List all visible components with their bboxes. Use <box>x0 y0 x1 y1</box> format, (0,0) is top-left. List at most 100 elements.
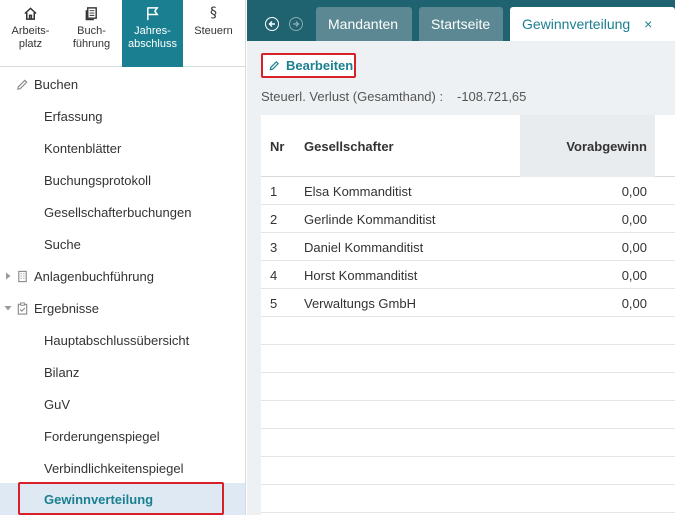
nav-buchfuehrung-label: Buch- führung <box>72 25 111 50</box>
cell-nr: 4 <box>270 267 278 283</box>
tree-item-label: Gewinnverteilung <box>44 491 154 507</box>
tab-label: Mandanten <box>328 16 399 32</box>
column-header-vorabgewinn[interactable]: Vorabgewinn <box>520 115 655 177</box>
tree-item-label: Kontenblätter <box>44 140 122 156</box>
cell-vorabgewinn: 0,00 <box>621 183 647 199</box>
arrow-left-icon <box>268 21 275 27</box>
empty-row <box>261 485 675 513</box>
tab-label: Startseite <box>431 16 491 32</box>
back-button[interactable] <box>265 17 279 31</box>
tab-bar: Mandanten Startseite Gewinnverteilung × <box>247 0 675 41</box>
clipboard-check-icon <box>17 301 28 315</box>
tab-mandanten[interactable]: Mandanten <box>316 7 412 41</box>
edit-button[interactable]: Bearbeiten <box>261 53 356 78</box>
tree-item-kontenblaetter[interactable]: Kontenblätter <box>0 132 245 164</box>
documents-icon <box>85 7 97 21</box>
building-icon <box>18 270 27 282</box>
tree-item-label: GuV <box>44 396 71 412</box>
tab-gewinnverteilung[interactable]: Gewinnverteilung × <box>510 7 675 41</box>
table-row[interactable]: 3 Daniel Kommanditist 0,00 <box>261 233 675 261</box>
cell-gesellschafter: Horst Kommanditist <box>304 267 418 283</box>
tree-item-label: Forderungenspiegel <box>44 428 160 444</box>
cell-gesellschafter: Verwaltungs GmbH <box>304 295 416 311</box>
nav-buchfuehrung[interactable]: Buch- führung <box>61 0 122 67</box>
cell-nr: 1 <box>270 183 278 199</box>
empty-row <box>261 317 675 345</box>
forward-button[interactable] <box>289 17 303 31</box>
table-header: Nr Gesellschafter Vorabgewinn <box>261 115 675 177</box>
cell-nr: 2 <box>270 211 278 227</box>
empty-row <box>261 401 675 429</box>
nav-steuern[interactable]: § Steuern <box>183 0 244 67</box>
cell-gesellschafter: Daniel Kommanditist <box>304 239 424 255</box>
edit-button-label: Bearbeiten <box>286 58 354 73</box>
tree-item-label: Buchen <box>34 76 79 92</box>
tree-item-label: Bilanz <box>44 364 80 380</box>
home-icon <box>24 7 37 20</box>
cell-vorabgewinn: 0,00 <box>621 239 647 255</box>
tree-item-bilanz[interactable]: Bilanz <box>0 356 245 388</box>
table-row[interactable]: 2 Gerlinde Kommanditist 0,00 <box>261 205 675 233</box>
tree-item-verbindlichkeitenspiegel[interactable]: Verbindlichkeitenspiegel <box>0 452 245 484</box>
cell-vorabgewinn: 0,00 <box>621 295 647 311</box>
tab-label: Gewinnverteilung <box>522 16 631 32</box>
close-icon[interactable]: × <box>644 16 652 32</box>
verlust-info: Steuerl. Verlust (Gesamthand) : -108.721… <box>261 89 526 104</box>
tree-item-hauptabschlussuebersicht[interactable]: Hauptabschlussübersicht <box>0 324 245 356</box>
content-area: Bearbeiten Steuerl. Verlust (Gesamthand)… <box>247 41 675 515</box>
caret-down-icon[interactable] <box>4 304 12 312</box>
tree-item-label: Ergebnisse <box>34 300 100 316</box>
table-row[interactable]: 5 Verwaltungs GmbH 0,00 <box>261 289 675 317</box>
column-header-gesellschafter[interactable]: Gesellschafter <box>304 115 394 177</box>
main-panel: Mandanten Startseite Gewinnverteilung × … <box>247 0 675 515</box>
tree-item-forderungenspiegel[interactable]: Forderungenspiegel <box>0 420 245 452</box>
pencil-icon <box>269 60 280 71</box>
table-row[interactable]: 4 Horst Kommanditist 0,00 <box>261 261 675 289</box>
tree-item-suche[interactable]: Suche <box>0 228 245 260</box>
tree-item-erfassung[interactable]: Erfassung <box>0 100 245 132</box>
empty-row <box>261 373 675 401</box>
cell-vorabgewinn: 0,00 <box>621 267 647 283</box>
empty-row <box>261 457 675 485</box>
tab-startseite[interactable]: Startseite <box>419 7 503 41</box>
tree-item-gewinnverteilung[interactable]: Gewinnverteilung <box>0 483 245 515</box>
cell-nr: 5 <box>270 295 278 311</box>
tree-item-gesellschafterbuchungen[interactable]: Gesellschafterbuchungen <box>0 196 245 228</box>
verlust-value: -108.721,65 <box>457 89 527 104</box>
caret-right-icon[interactable] <box>4 272 12 280</box>
paragraph-icon: § <box>210 5 217 21</box>
app-window: Arbeits- platz Buch- führung Jahres- abs… <box>0 0 675 515</box>
cell-gesellschafter: Elsa Kommanditist <box>304 183 412 199</box>
tree-item-ergebnisse[interactable]: Ergebnisse <box>0 292 245 324</box>
cell-gesellschafter: Gerlinde Kommanditist <box>304 211 436 227</box>
gewinnverteilung-table: Nr Gesellschafter Vorabgewinn 1 Elsa Kom… <box>261 115 675 515</box>
pencil-icon <box>17 79 28 90</box>
cell-nr: 3 <box>270 239 278 255</box>
left-panel: Arbeits- platz Buch- führung Jahres- abs… <box>0 0 246 515</box>
tree-item-anlagenbuchfuehrung[interactable]: Anlagenbuchführung <box>0 260 245 292</box>
tree-item-buchen[interactable]: Buchen <box>0 68 245 100</box>
tree-item-label: Hauptabschlussübersicht <box>44 332 190 348</box>
tree-item-guv[interactable]: GuV <box>0 388 245 420</box>
tree-item-label: Verbindlichkeitenspiegel <box>44 460 184 476</box>
tree-item-label: Gesellschafterbuchungen <box>44 204 192 220</box>
empty-row <box>261 429 675 457</box>
nav-jahresabschluss[interactable]: Jahres- abschluss <box>122 0 183 67</box>
tree-item-label: Erfassung <box>44 108 103 124</box>
tree-item-label: Suche <box>44 236 81 252</box>
verlust-label: Steuerl. Verlust (Gesamthand) : <box>261 89 444 104</box>
table-row[interactable]: 1 Elsa Kommanditist 0,00 <box>261 177 675 205</box>
flag-icon <box>147 7 159 21</box>
top-nav: Arbeits- platz Buch- führung Jahres- abs… <box>0 0 245 67</box>
tree-item-buchungsprotokoll[interactable]: Buchungsprotokoll <box>0 164 245 196</box>
tree-item-label: Buchungsprotokoll <box>44 172 151 188</box>
empty-row <box>261 345 675 373</box>
nav-jahresabschluss-label: Jahres- abschluss <box>128 25 177 50</box>
column-header-nr[interactable]: Nr <box>270 115 284 177</box>
nav-arbeitsplatz[interactable]: Arbeits- platz <box>0 0 61 67</box>
nav-arbeitsplatz-label: Arbeits- platz <box>11 25 50 50</box>
cell-vorabgewinn: 0,00 <box>621 211 647 227</box>
nav-steuern-label: Steuern <box>194 25 233 37</box>
arrow-right-icon <box>293 21 300 27</box>
tree-item-label: Anlagenbuchführung <box>34 268 154 284</box>
